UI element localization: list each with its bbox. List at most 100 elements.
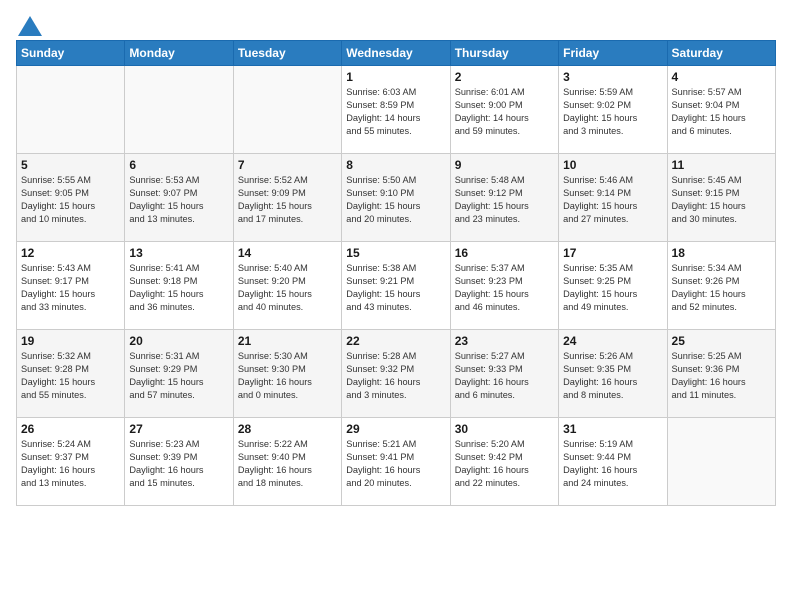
weekday-header: Wednesday xyxy=(342,41,450,66)
calendar-week-row: 26 Sunrise: 5:24 AM Sunset: 9:37 PM Dayli… xyxy=(17,418,776,506)
day-number: 30 xyxy=(455,422,554,436)
day-number: 10 xyxy=(563,158,662,172)
day-info: Sunrise: 5:46 AM Sunset: 9:14 PM Dayligh… xyxy=(563,174,662,226)
calendar-cell xyxy=(667,418,775,506)
weekday-header: Thursday xyxy=(450,41,558,66)
calendar-cell: 24 Sunrise: 5:26 AM Sunset: 9:35 PM Dayli… xyxy=(559,330,667,418)
page: SundayMondayTuesdayWednesdayThursdayFrid… xyxy=(0,0,792,516)
day-info: Sunrise: 5:19 AM Sunset: 9:44 PM Dayligh… xyxy=(563,438,662,490)
calendar-cell: 28 Sunrise: 5:22 AM Sunset: 9:40 PM Dayli… xyxy=(233,418,341,506)
header xyxy=(16,16,776,32)
calendar-cell: 19 Sunrise: 5:32 AM Sunset: 9:28 PM Dayli… xyxy=(17,330,125,418)
calendar-cell: 9Sunrise: 5:48 AM Sunset: 9:12 PM Daylig… xyxy=(450,154,558,242)
day-info: Sunrise: 5:22 AM Sunset: 9:40 PM Dayligh… xyxy=(238,438,337,490)
day-number: 4 xyxy=(672,70,771,84)
weekday-header: Sunday xyxy=(17,41,125,66)
calendar-week-row: 5Sunrise: 5:55 AM Sunset: 9:05 PM Daylig… xyxy=(17,154,776,242)
calendar-cell xyxy=(125,66,233,154)
calendar-cell: 21 Sunrise: 5:30 AM Sunset: 9:30 PM Dayli… xyxy=(233,330,341,418)
calendar-cell: 8 Sunrise: 5:50 AM Sunset: 9:10 PM Daylig… xyxy=(342,154,450,242)
day-number: 6 xyxy=(129,158,228,172)
day-number: 5 xyxy=(21,158,120,172)
day-number: 27 xyxy=(129,422,228,436)
day-number: 17 xyxy=(563,246,662,260)
weekday-header: Tuesday xyxy=(233,41,341,66)
day-info: Sunrise: 5:20 AM Sunset: 9:42 PM Dayligh… xyxy=(455,438,554,490)
day-number: 24 xyxy=(563,334,662,348)
day-info: Sunrise: 5:38 AM Sunset: 9:21 PM Dayligh… xyxy=(346,262,445,314)
day-info: Sunrise: 5:31 AM Sunset: 9:29 PM Dayligh… xyxy=(129,350,228,402)
day-number: 1 xyxy=(346,70,445,84)
day-number: 26 xyxy=(21,422,120,436)
day-info: Sunrise: 5:57 AM Sunset: 9:04 PM Dayligh… xyxy=(672,86,771,138)
calendar-table: SundayMondayTuesdayWednesdayThursdayFrid… xyxy=(16,40,776,506)
day-number: 15 xyxy=(346,246,445,260)
day-number: 20 xyxy=(129,334,228,348)
day-info: Sunrise: 5:37 AM Sunset: 9:23 PM Dayligh… xyxy=(455,262,554,314)
day-number: 22 xyxy=(346,334,445,348)
calendar-cell: 12 Sunrise: 5:43 AM Sunset: 9:17 PM Dayli… xyxy=(17,242,125,330)
day-info: Sunrise: 5:50 AM Sunset: 9:10 PM Dayligh… xyxy=(346,174,445,226)
calendar-cell: 1 Sunrise: 6:03 AM Sunset: 8:59 PM Daylig… xyxy=(342,66,450,154)
day-info: Sunrise: 5:24 AM Sunset: 9:37 PM Dayligh… xyxy=(21,438,120,490)
calendar-cell: 2 Sunrise: 6:01 AM Sunset: 9:00 PM Daylig… xyxy=(450,66,558,154)
calendar-cell: 26 Sunrise: 5:24 AM Sunset: 9:37 PM Dayli… xyxy=(17,418,125,506)
day-number: 16 xyxy=(455,246,554,260)
calendar-cell: 11 Sunrise: 5:45 AM Sunset: 9:15 PM Dayli… xyxy=(667,154,775,242)
day-number: 7 xyxy=(238,158,337,172)
day-number: 21 xyxy=(238,334,337,348)
day-number: 9 xyxy=(455,158,554,172)
calendar-cell: 14Sunrise: 5:40 AM Sunset: 9:20 PM Dayli… xyxy=(233,242,341,330)
calendar-cell: 16 Sunrise: 5:37 AM Sunset: 9:23 PM Dayli… xyxy=(450,242,558,330)
calendar-cell: 18 Sunrise: 5:34 AM Sunset: 9:26 PM Dayli… xyxy=(667,242,775,330)
day-info: Sunrise: 5:52 AM Sunset: 9:09 PM Dayligh… xyxy=(238,174,337,226)
calendar-cell: 17 Sunrise: 5:35 AM Sunset: 9:25 PM Dayli… xyxy=(559,242,667,330)
calendar-cell xyxy=(17,66,125,154)
day-info: Sunrise: 5:32 AM Sunset: 9:28 PM Dayligh… xyxy=(21,350,120,402)
day-info: Sunrise: 6:01 AM Sunset: 9:00 PM Dayligh… xyxy=(455,86,554,138)
day-info: Sunrise: 5:59 AM Sunset: 9:02 PM Dayligh… xyxy=(563,86,662,138)
calendar-cell: 10 Sunrise: 5:46 AM Sunset: 9:14 PM Dayli… xyxy=(559,154,667,242)
day-info: Sunrise: 5:45 AM Sunset: 9:15 PM Dayligh… xyxy=(672,174,771,226)
day-info: Sunrise: 5:43 AM Sunset: 9:17 PM Dayligh… xyxy=(21,262,120,314)
day-info: Sunrise: 5:25 AM Sunset: 9:36 PM Dayligh… xyxy=(672,350,771,402)
day-number: 28 xyxy=(238,422,337,436)
day-number: 14 xyxy=(238,246,337,260)
calendar-cell: 3Sunrise: 5:59 AM Sunset: 9:02 PM Daylig… xyxy=(559,66,667,154)
day-number: 25 xyxy=(672,334,771,348)
weekday-header: Saturday xyxy=(667,41,775,66)
calendar-cell: 25 Sunrise: 5:25 AM Sunset: 9:36 PM Dayli… xyxy=(667,330,775,418)
day-info: Sunrise: 5:27 AM Sunset: 9:33 PM Dayligh… xyxy=(455,350,554,402)
day-info: Sunrise: 5:28 AM Sunset: 9:32 PM Dayligh… xyxy=(346,350,445,402)
day-number: 13 xyxy=(129,246,228,260)
calendar-cell: 23Sunrise: 5:27 AM Sunset: 9:33 PM Dayli… xyxy=(450,330,558,418)
day-number: 31 xyxy=(563,422,662,436)
day-info: Sunrise: 5:21 AM Sunset: 9:41 PM Dayligh… xyxy=(346,438,445,490)
day-info: Sunrise: 6:03 AM Sunset: 8:59 PM Dayligh… xyxy=(346,86,445,138)
weekday-header: Monday xyxy=(125,41,233,66)
calendar-cell: 20 Sunrise: 5:31 AM Sunset: 9:29 PM Dayli… xyxy=(125,330,233,418)
day-number: 2 xyxy=(455,70,554,84)
calendar-cell: 6Sunrise: 5:53 AM Sunset: 9:07 PM Daylig… xyxy=(125,154,233,242)
calendar-cell: 15 Sunrise: 5:38 AM Sunset: 9:21 PM Dayli… xyxy=(342,242,450,330)
calendar-cell: 5Sunrise: 5:55 AM Sunset: 9:05 PM Daylig… xyxy=(17,154,125,242)
day-info: Sunrise: 5:41 AM Sunset: 9:18 PM Dayligh… xyxy=(129,262,228,314)
weekday-header: Friday xyxy=(559,41,667,66)
day-info: Sunrise: 5:35 AM Sunset: 9:25 PM Dayligh… xyxy=(563,262,662,314)
day-number: 11 xyxy=(672,158,771,172)
calendar-cell: 4 Sunrise: 5:57 AM Sunset: 9:04 PM Daylig… xyxy=(667,66,775,154)
day-number: 29 xyxy=(346,422,445,436)
calendar-cell: 31 Sunrise: 5:19 AM Sunset: 9:44 PM Dayli… xyxy=(559,418,667,506)
day-info: Sunrise: 5:26 AM Sunset: 9:35 PM Dayligh… xyxy=(563,350,662,402)
day-number: 8 xyxy=(346,158,445,172)
calendar-cell: 30 Sunrise: 5:20 AM Sunset: 9:42 PM Dayli… xyxy=(450,418,558,506)
day-number: 19 xyxy=(21,334,120,348)
logo-icon xyxy=(18,16,42,36)
day-info: Sunrise: 5:30 AM Sunset: 9:30 PM Dayligh… xyxy=(238,350,337,402)
day-number: 12 xyxy=(21,246,120,260)
weekday-header-row: SundayMondayTuesdayWednesdayThursdayFrid… xyxy=(17,41,776,66)
day-number: 18 xyxy=(672,246,771,260)
logo xyxy=(16,16,42,32)
calendar-week-row: 1 Sunrise: 6:03 AM Sunset: 8:59 PM Daylig… xyxy=(17,66,776,154)
day-info: Sunrise: 5:34 AM Sunset: 9:26 PM Dayligh… xyxy=(672,262,771,314)
